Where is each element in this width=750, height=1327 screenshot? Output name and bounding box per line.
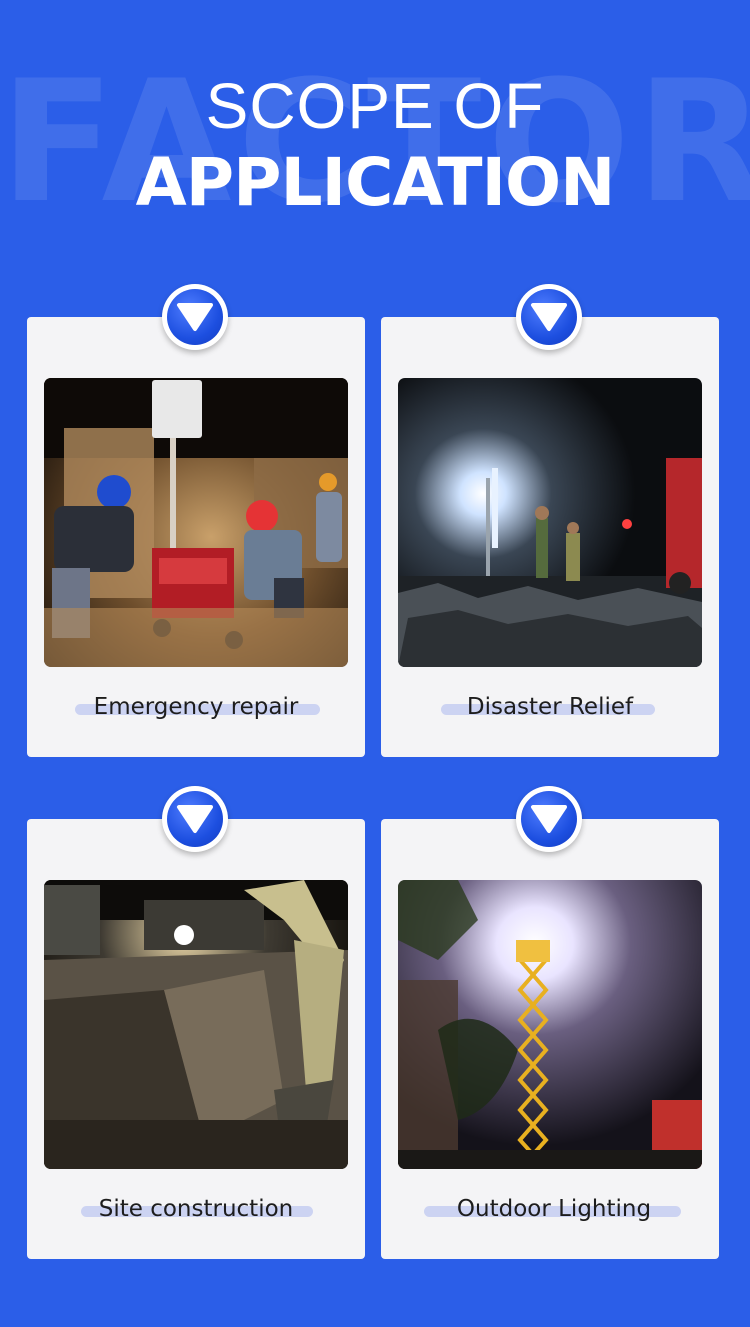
card-caption: Emergency repair [93, 694, 299, 720]
card-site-construction: Site construction [27, 819, 365, 1259]
card-caption: Site construction [98, 1196, 294, 1222]
card-outdoor-lighting: Outdoor Lighting [381, 819, 719, 1259]
emergency-repair-photo [44, 378, 348, 667]
outdoor-lighting-photo [398, 880, 702, 1169]
chevron-down-icon [162, 284, 228, 350]
chevron-down-icon [516, 284, 582, 350]
card-emergency-repair: Emergency repair [27, 317, 365, 757]
page-title-line1: SCOPE OF [205, 70, 545, 142]
disaster-relief-photo [398, 378, 702, 667]
card-caption: Outdoor Lighting [456, 1196, 652, 1222]
card-disaster-relief: Disaster Relief [381, 317, 719, 757]
card-caption: Disaster Relief [466, 694, 634, 720]
page-title-line2: APPLICATION [135, 144, 616, 221]
site-construction-photo [44, 880, 348, 1169]
chevron-down-icon [516, 786, 582, 852]
chevron-down-icon [162, 786, 228, 852]
